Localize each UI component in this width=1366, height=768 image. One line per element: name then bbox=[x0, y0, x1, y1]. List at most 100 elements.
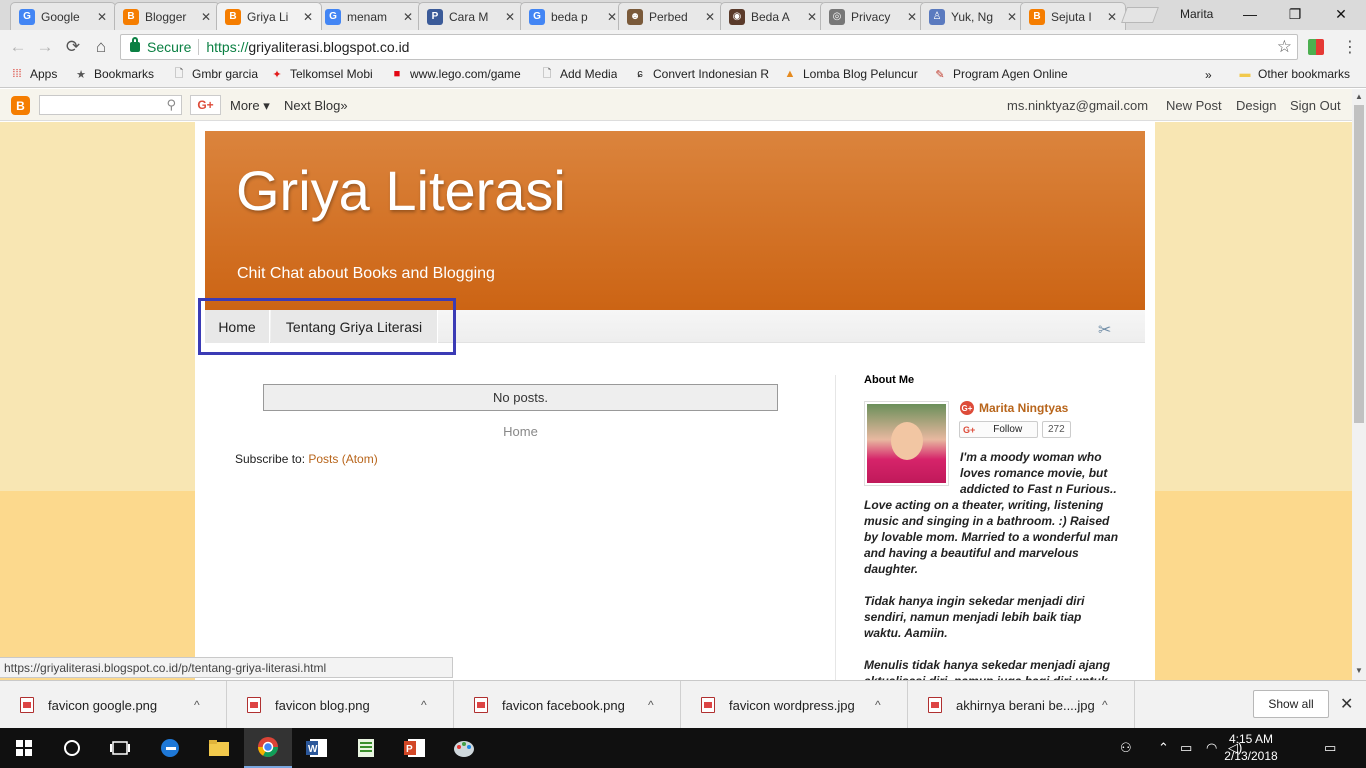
browser-tab[interactable]: ◉ Beda A ✕ bbox=[720, 2, 826, 30]
chevron-up-icon[interactable]: ^ bbox=[1102, 698, 1108, 712]
home-link[interactable]: Home bbox=[263, 424, 778, 439]
browser-tab[interactable]: P Cara M ✕ bbox=[418, 2, 524, 30]
restore-button[interactable]: ❐ bbox=[1280, 3, 1310, 25]
scrollbar-thumb[interactable] bbox=[1354, 105, 1364, 423]
wifi-icon[interactable]: ◠ bbox=[1206, 740, 1217, 756]
sign-out-link[interactable]: Sign Out bbox=[1290, 98, 1341, 113]
profile-name-link[interactable]: G+ Marita Ningtyas bbox=[960, 401, 1068, 415]
google-plus-button[interactable]: G+ bbox=[190, 95, 221, 115]
chevron-up-icon[interactable]: ^ bbox=[421, 698, 427, 712]
browser-tab[interactable]: B Sejuta I ✕ bbox=[1020, 2, 1126, 30]
tab-label: Privacy bbox=[851, 9, 891, 24]
download-item[interactable]: favicon google.png ^ bbox=[0, 681, 227, 729]
bookmarks-overflow-chevron[interactable]: » bbox=[1205, 68, 1212, 82]
next-blog-link[interactable]: Next Blog» bbox=[284, 98, 348, 113]
word-icon[interactable]: W bbox=[293, 728, 341, 768]
home-icon[interactable]: ⌂ bbox=[90, 36, 112, 58]
tab-close-icon[interactable]: ✕ bbox=[1107, 10, 1119, 24]
back-arrow-icon[interactable]: ← bbox=[7, 36, 29, 58]
tab-close-icon[interactable]: ✕ bbox=[1007, 10, 1019, 24]
bookmark-item[interactable]: 🗋 Gmbr garcia bbox=[172, 67, 258, 81]
browser-tab[interactable]: G Google ✕ bbox=[10, 2, 116, 30]
download-item[interactable]: favicon facebook.png ^ bbox=[454, 681, 681, 729]
tab-close-icon[interactable]: ✕ bbox=[907, 10, 919, 24]
bookmark-item[interactable]: ▬ Other bookmarks bbox=[1238, 67, 1351, 81]
action-center-icon[interactable]: ▭ bbox=[1324, 740, 1336, 756]
people-icon[interactable]: ⚇ bbox=[1120, 740, 1132, 756]
chrome-taskbar-icon[interactable] bbox=[244, 728, 292, 768]
lock-icon bbox=[130, 37, 140, 52]
browser-tab[interactable]: Gmenam ✕ bbox=[316, 2, 422, 30]
chevron-up-icon[interactable]: ^ bbox=[875, 698, 881, 712]
cortana-search-icon[interactable] bbox=[48, 728, 96, 768]
browser-tab[interactable]: B Griya Li ✕ bbox=[216, 2, 322, 30]
reload-icon[interactable]: ⟳ bbox=[62, 36, 84, 58]
bookmark-label: Apps bbox=[30, 67, 58, 81]
search-icon[interactable]: ⚲ bbox=[166, 97, 176, 113]
download-item[interactable]: akhirnya berani be....jpg ^ bbox=[908, 681, 1135, 729]
extension-icon[interactable] bbox=[1308, 39, 1324, 55]
bookmark-item[interactable]: ⁞⁞⁞ Apps bbox=[10, 67, 57, 81]
design-link[interactable]: Design bbox=[1236, 98, 1276, 113]
tab-label: Blogger bbox=[145, 9, 187, 24]
blogger-logo-icon[interactable]: B bbox=[11, 96, 30, 115]
windows-start-icon[interactable] bbox=[0, 728, 48, 768]
tab-close-icon[interactable]: ✕ bbox=[97, 10, 109, 24]
user-email[interactable]: ms.ninktyaz@gmail.com bbox=[1007, 98, 1148, 113]
pen-logo-icon: ✎ bbox=[935, 68, 945, 81]
chrome-menu-icon[interactable]: ⋮ bbox=[1340, 37, 1360, 57]
browser-tab[interactable]: ♙ Yuk, Ng ✕ bbox=[920, 2, 1026, 30]
bookmark-star-icon[interactable]: ☆ bbox=[1277, 37, 1292, 57]
follow-button[interactable]: G+ Follow bbox=[959, 421, 1038, 438]
blog-search-input[interactable]: ⚲ bbox=[39, 95, 182, 115]
more-dropdown[interactable]: More ▾ bbox=[230, 98, 270, 114]
browser-tab[interactable]: Gbeda p ✕ bbox=[520, 2, 626, 30]
clock[interactable]: 4:15 AM 2/13/2018 bbox=[1223, 731, 1279, 765]
bookmark-item[interactable]: ✦ Telkomsel Mobi bbox=[270, 67, 372, 81]
close-downloads-icon[interactable]: ✕ bbox=[1340, 694, 1353, 714]
bookmark-item[interactable]: ■ www.lego.com/game bbox=[390, 67, 521, 81]
bookmark-item[interactable]: ★ Bookmarks bbox=[74, 67, 154, 81]
blog-title[interactable]: Griya Literasi bbox=[236, 158, 566, 223]
download-item[interactable]: favicon wordpress.jpg ^ bbox=[681, 681, 908, 729]
show-all-button[interactable]: Show all bbox=[1253, 690, 1329, 718]
chevron-up-icon[interactable]: ^ bbox=[648, 698, 654, 712]
show-hidden-icons-chevron[interactable]: ⌃ bbox=[1158, 740, 1169, 756]
browser-tab[interactable]: ☻ Perbed ✕ bbox=[618, 2, 724, 30]
tab-close-icon[interactable]: ✕ bbox=[201, 10, 213, 24]
scroll-down-icon[interactable]: ▼ bbox=[1355, 666, 1363, 675]
close-window-button[interactable]: ✕ bbox=[1326, 3, 1356, 25]
powerpoint-icon[interactable]: P bbox=[391, 728, 439, 768]
bookmark-item[interactable]: ▲ Lomba Blog Peluncur bbox=[783, 67, 918, 81]
vertical-scrollbar[interactable]: ▲ ▼ bbox=[1352, 89, 1366, 680]
profile-name[interactable]: Marita Ningtyas bbox=[979, 401, 1068, 415]
minimize-button[interactable]: — bbox=[1235, 3, 1265, 25]
chevron-up-icon[interactable]: ^ bbox=[194, 698, 200, 712]
status-bar-url: https://griyaliterasi.blogspot.co.id/p/t… bbox=[0, 657, 453, 678]
new-tab-button[interactable] bbox=[1121, 7, 1159, 23]
address-bar[interactable]: Secure https://griyaliterasi.blogspot.co… bbox=[120, 34, 1298, 60]
paint-icon[interactable] bbox=[440, 728, 488, 768]
tab-close-icon[interactable]: ✕ bbox=[303, 10, 315, 24]
bookmark-item[interactable]: ✎ Program Agen Online bbox=[933, 67, 1067, 81]
new-post-link[interactable]: New Post bbox=[1166, 98, 1222, 113]
file-explorer-icon[interactable] bbox=[195, 728, 243, 768]
tab-close-icon[interactable]: ✕ bbox=[403, 10, 415, 24]
tools-icon[interactable]: ✂ bbox=[1098, 320, 1111, 340]
profile-name[interactable]: Marita bbox=[1180, 7, 1213, 21]
subscribe-atom-link[interactable]: Posts (Atom) bbox=[308, 452, 377, 466]
download-item[interactable]: favicon blog.png ^ bbox=[227, 681, 454, 729]
edge-browser-icon[interactable] bbox=[146, 728, 194, 768]
task-view-icon[interactable] bbox=[96, 728, 144, 768]
browser-tab[interactable]: ◎ Privacy ✕ bbox=[820, 2, 926, 30]
spreadsheet-app-icon[interactable] bbox=[342, 728, 390, 768]
tab-close-icon[interactable]: ✕ bbox=[705, 10, 717, 24]
battery-icon[interactable]: ▭ bbox=[1180, 740, 1192, 756]
browser-tab[interactable]: B Blogger ✕ bbox=[114, 2, 220, 30]
bookmark-item[interactable]: 🗋 Add Media bbox=[540, 67, 618, 81]
tab-close-icon[interactable]: ✕ bbox=[505, 10, 517, 24]
tab-close-icon[interactable]: ✕ bbox=[807, 10, 819, 24]
scroll-up-icon[interactable]: ▲ bbox=[1355, 92, 1363, 101]
forward-arrow-icon[interactable]: → bbox=[34, 36, 56, 58]
bookmark-item[interactable]: ɕ Convert Indonesian R bbox=[633, 67, 769, 81]
